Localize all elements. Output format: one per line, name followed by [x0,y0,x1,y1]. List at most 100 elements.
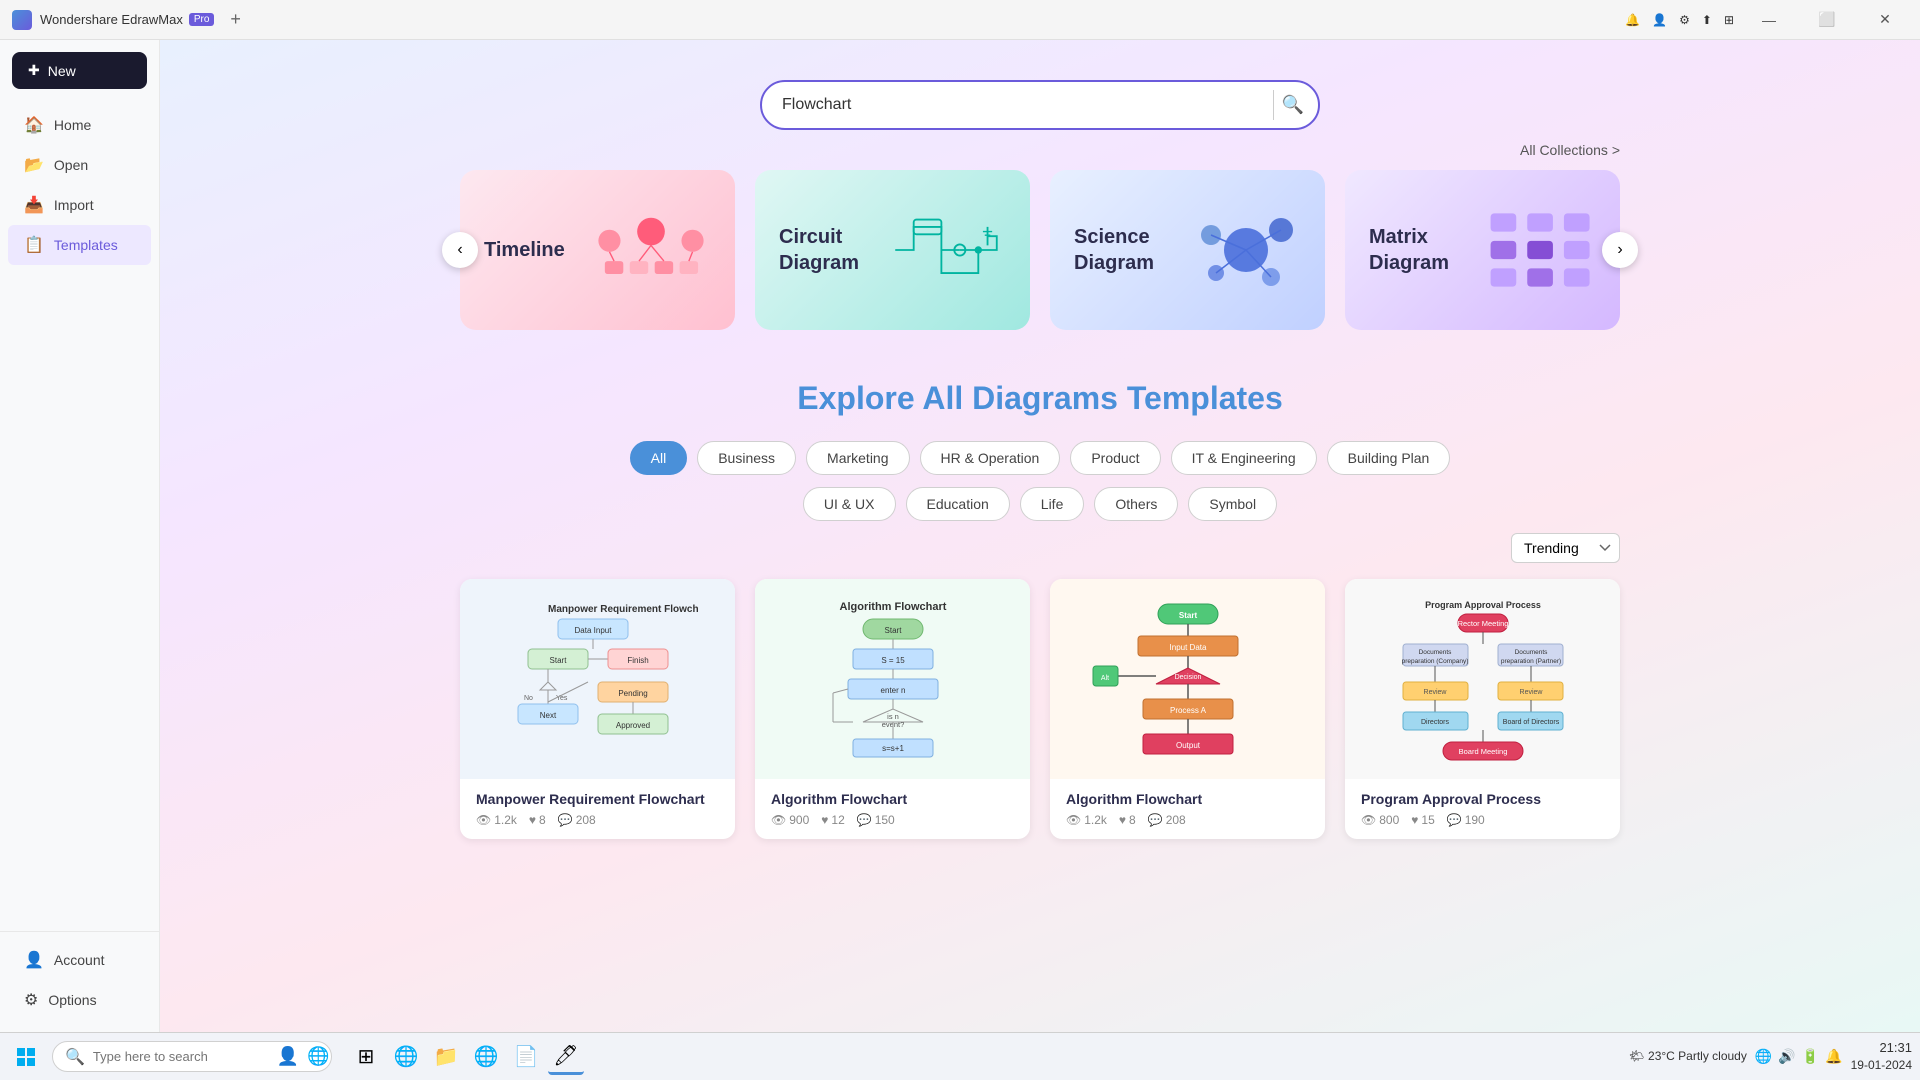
carousel-card-circuit[interactable]: Circuit Diagram [755,170,1030,330]
heart-icon-1: ♥ 8 [529,813,546,827]
svg-text:Next: Next [539,711,556,720]
user-icon[interactable]: 👤 [1652,13,1667,27]
svg-text:Board of Directors: Board of Directors [1502,719,1559,726]
filter-product[interactable]: Product [1070,441,1160,475]
svg-text:Start: Start [549,656,567,665]
carousel-label-circuit: Circuit Diagram [779,224,886,276]
template-thumb-4: Program Approval Process Rector Meeting … [1345,579,1620,779]
carousel-inner: Timeline [460,170,1620,330]
sidebar-item-templates-label: Templates [54,237,118,253]
sort-row: Trending Newest Most Used [460,533,1620,563]
filter-others[interactable]: Others [1094,487,1178,521]
carousel-next-button[interactable]: › [1602,232,1638,268]
start-button[interactable] [8,1039,44,1075]
sidebar: ✚ New 🏠 Home 📂 Open 📥 Import 📋 Templates… [0,40,160,1032]
new-button[interactable]: ✚ New [12,52,147,89]
settings-icon[interactable]: ⚙ [1679,13,1690,27]
taskbar-app-edge[interactable]: 🌐 [388,1039,424,1075]
taskbar-app-chrome[interactable]: 🌐 [468,1039,504,1075]
close-button[interactable]: ✕ [1862,4,1908,36]
template-card-4[interactable]: Program Approval Process Rector Meeting … [1345,579,1620,839]
taskbar-app-explorer[interactable]: 📁 [428,1039,464,1075]
template-name-2: Algorithm Flowchart [771,791,1014,807]
comment-icon-1: 💬 208 [558,813,596,827]
comment-icon-3: 💬 208 [1148,813,1186,827]
views-icon-2: 👁 900 [771,813,809,827]
search-button[interactable]: 🔍 [1282,95,1304,116]
carousel-card-science[interactable]: Science Diagram [1050,170,1325,330]
template-info-4: Program Approval Process 👁 800 ♥ 15 💬 19… [1345,779,1620,839]
new-tab-button[interactable]: + [230,9,241,30]
taskbar-app-task-view[interactable]: ⊞ [348,1039,384,1075]
sidebar-item-home[interactable]: 🏠 Home [8,105,151,145]
sidebar-item-options[interactable]: ⚙ Options [8,980,151,1020]
comment-icon-4: 💬 190 [1447,813,1485,827]
explore-title-static: Explore [797,380,922,416]
weather-text: 23°C Partly cloudy [1648,1049,1747,1063]
filter-it[interactable]: IT & Engineering [1171,441,1317,475]
carousel-prev-button[interactable]: ‹ [442,232,478,268]
filter-all[interactable]: All [630,441,688,475]
filter-life[interactable]: Life [1020,487,1085,521]
battery-icon[interactable]: 🔋 [1802,1048,1819,1065]
filter-education[interactable]: Education [906,487,1010,521]
svg-text:Yes: Yes [556,695,568,702]
minimize-button[interactable]: — [1746,4,1792,36]
bell-icon[interactable]: 🔔 [1625,13,1640,27]
taskbar-search-box[interactable]: 🔍 👤 🌐 [52,1041,332,1072]
taskbar-search-input[interactable] [93,1049,269,1064]
network-icon[interactable]: 🌐 [1755,1048,1772,1065]
filter-business[interactable]: Business [697,441,796,475]
sidebar-bottom: 👤 Account ⚙ Options [0,931,159,1020]
filter-ui[interactable]: UI & UX [803,487,896,521]
sidebar-item-import[interactable]: 📥 Import [8,185,151,225]
taskbar-app-edrawmax[interactable]: 🖊 [548,1039,584,1075]
share-icon[interactable]: ⬆ [1702,13,1712,27]
template-card-3[interactable]: Start Input Data Decision Process A [1050,579,1325,839]
svg-text:No: No [524,695,533,702]
template-card-2[interactable]: Algorithm Flowchart Start S = 15 enter n [755,579,1030,839]
sort-select[interactable]: Trending Newest Most Used [1511,533,1620,563]
template-card-1[interactable]: Manpower Requirement Flowchart Data Inpu… [460,579,735,839]
carousel-visual-science [1191,200,1301,300]
template-meta-2: 👁 900 ♥ 12 💬 150 [771,813,1014,827]
explore-title-highlight: All Diagrams Templates [922,380,1282,416]
sidebar-item-templates[interactable]: 📋 Templates [8,225,151,265]
filter-symbol[interactable]: Symbol [1188,487,1277,521]
browser-icon: 🌐 [307,1046,329,1067]
taskbar-right: 🌤 23°C Partly cloudy 🌐 🔊 🔋 🔔 21:31 19-01… [1629,1039,1912,1074]
import-icon: 📥 [24,195,44,215]
carousel-container: All Collections > ‹ Timeline [460,170,1620,330]
filter-building[interactable]: Building Plan [1327,441,1451,475]
filter-marketing[interactable]: Marketing [806,441,909,475]
heart-icon-3: ♥ 8 [1119,813,1136,827]
svg-text:s=s+1: s=s+1 [882,744,904,753]
template-name-4: Program Approval Process [1361,791,1604,807]
carousel-visual-timeline [591,200,711,300]
carousel-card-timeline[interactable]: Timeline [460,170,735,330]
open-icon: 📂 [24,155,44,175]
template-meta-1: 👁 1.2k ♥ 8 💬 208 [476,813,719,827]
volume-icon[interactable]: 🔊 [1778,1048,1795,1065]
search-input[interactable] [760,80,1320,130]
plus-icon: ✚ [28,62,40,79]
svg-text:Data Input: Data Input [574,626,612,635]
window-icon[interactable]: ⊞ [1724,13,1734,27]
notification-icon[interactable]: 🔔 [1825,1048,1842,1065]
template-info-3: Algorithm Flowchart 👁 1.2k ♥ 8 💬 208 [1050,779,1325,839]
clock-display: 21:31 19-01-2024 [1851,1039,1912,1074]
carousel-label-timeline: Timeline [484,237,565,263]
sidebar-item-open[interactable]: 📂 Open [8,145,151,185]
template-name-1: Manpower Requirement Flowchart [476,791,719,807]
carousel-card-matrix[interactable]: Matrix Diagram [1345,170,1620,330]
search-container: 🔍 [760,80,1320,130]
svg-text:Approved: Approved [615,721,649,730]
svg-text:Rector Meeting: Rector Meeting [1457,619,1508,628]
svg-text:Alt: Alt [1100,675,1108,682]
taskbar-app-word[interactable]: 📄 [508,1039,544,1075]
template-meta-3: 👁 1.2k ♥ 8 💬 208 [1066,813,1309,827]
sidebar-item-account[interactable]: 👤 Account [8,940,151,980]
maximize-button[interactable]: ⬜ [1804,4,1850,36]
filter-hr[interactable]: HR & Operation [920,441,1061,475]
all-collections-link[interactable]: All Collections > [1520,142,1620,158]
